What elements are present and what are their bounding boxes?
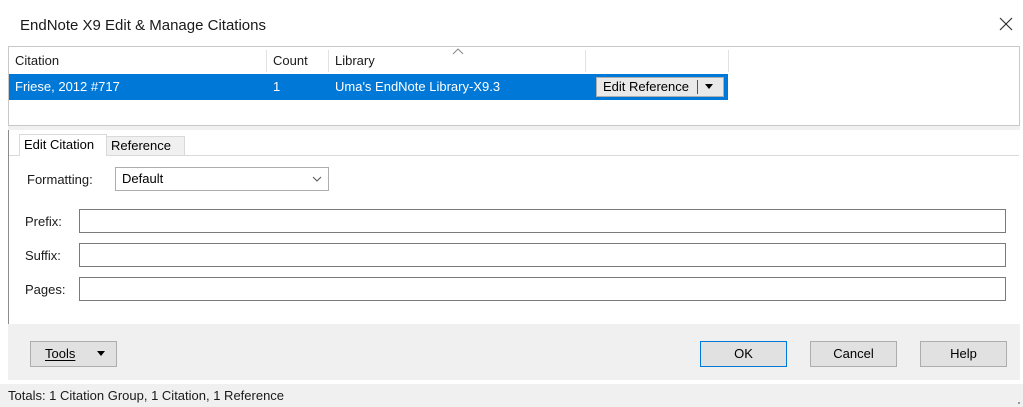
caret-down-icon[interactable]: [705, 84, 713, 90]
library-cell: Uma's EndNote Library-X9.3: [335, 79, 501, 94]
status-bar: Totals: 1 Citation Group, 1 Citation, 1 …: [0, 384, 1023, 407]
close-button[interactable]: [995, 13, 1017, 35]
split-button-divider: [697, 80, 698, 94]
citations-list[interactable]: Citation Count Library Friese, 2012 #717…: [8, 46, 1020, 126]
tools-button-label: Tools: [45, 346, 76, 361]
edit-reference-button[interactable]: Edit Reference: [596, 77, 724, 97]
citations-list-header: Citation Count Library: [9, 48, 729, 72]
resize-grip-icon[interactable]: [1016, 400, 1020, 404]
help-button[interactable]: Help: [920, 341, 1007, 367]
tools-button[interactable]: Tools: [30, 341, 117, 367]
suffix-input[interactable]: [79, 243, 1006, 267]
column-header-citation[interactable]: Citation: [9, 50, 267, 72]
table-row[interactable]: Friese, 2012 #717 1 Uma's EndNote Librar…: [9, 74, 728, 100]
prefix-input[interactable]: [79, 209, 1006, 233]
citation-cell: Friese, 2012 #717: [15, 79, 120, 94]
chevron-down-icon: [312, 176, 322, 182]
prefix-label: Prefix:: [25, 214, 62, 229]
edit-manage-citations-window: EndNote X9 Edit & Manage Citations Citat…: [0, 0, 1023, 407]
citation-details-panel: Edit Citation Reference Formatting: Defa…: [8, 130, 1020, 324]
formatting-label: Formatting:: [27, 172, 93, 187]
totals-status: Totals: 1 Citation Group, 1 Citation, 1 …: [8, 388, 285, 403]
suffix-label: Suffix:: [25, 248, 61, 263]
dialog-button-bar: Tools OK Cancel Help: [8, 324, 1020, 380]
formatting-select-value: Default: [122, 171, 164, 186]
tab-divider: [9, 155, 1019, 156]
sort-up-icon: [452, 48, 464, 55]
close-icon: [999, 17, 1013, 31]
cancel-button[interactable]: Cancel: [810, 341, 897, 367]
ok-button[interactable]: OK: [700, 341, 787, 367]
column-header-action: [586, 50, 729, 72]
count-cell: 1: [273, 79, 281, 94]
tab-edit-citation[interactable]: Edit Citation: [19, 134, 107, 156]
caret-down-icon: [97, 351, 105, 356]
window-title: EndNote X9 Edit & Manage Citations: [20, 17, 266, 34]
pages-input[interactable]: [79, 277, 1006, 301]
formatting-select[interactable]: Default: [115, 167, 329, 191]
title-bar: EndNote X9 Edit & Manage Citations: [0, 0, 1023, 44]
edit-reference-label: Edit Reference: [603, 79, 689, 94]
pages-label: Pages:: [25, 282, 66, 297]
column-header-count[interactable]: Count: [267, 50, 329, 72]
tab-reference[interactable]: Reference: [107, 136, 185, 156]
